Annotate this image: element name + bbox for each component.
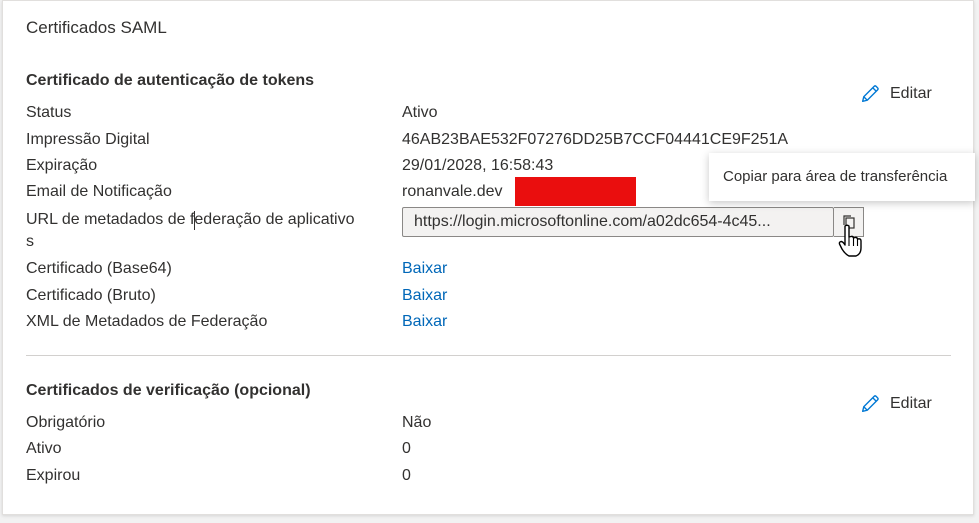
- expired-label: Expirou: [26, 467, 81, 484]
- pencil-icon: [861, 395, 879, 413]
- copy-tooltip: Copiar para área de transferência: [709, 153, 975, 201]
- token-cert-edit-button[interactable]: Editar: [859, 83, 932, 105]
- verify-cert-edit-button[interactable]: Editar: [859, 393, 932, 415]
- metadata-url-field[interactable]: https://login.microsoftonline.com/a02dc6…: [402, 207, 834, 237]
- required-value: Não: [402, 414, 432, 431]
- card-title: Certificados SAML: [26, 18, 167, 37]
- metadata-url-label: URL de metadados de federação de aplicat…: [26, 211, 355, 228]
- active-value: 0: [402, 440, 411, 457]
- edit-label: Editar: [890, 395, 932, 412]
- pencil-icon: [861, 85, 879, 103]
- cert-base64-label: Certificado (Base64): [26, 260, 172, 277]
- federation-metadata-xml-label: XML de Metadados de Federação: [26, 313, 268, 330]
- hand-pointer-icon: [838, 224, 862, 257]
- text-cursor: [194, 211, 195, 230]
- section-divider: [26, 355, 951, 356]
- status-label: Status: [26, 104, 72, 121]
- required-label: Obrigatório: [26, 414, 106, 431]
- redaction-block: [515, 177, 636, 206]
- expiration-value: 29/01/2028, 16:58:43: [402, 157, 554, 174]
- cert-base64-download-link[interactable]: Baixar: [402, 260, 447, 278]
- active-label: Ativo: [26, 440, 62, 457]
- thumbprint-label: Impressão Digital: [26, 131, 150, 148]
- verify-cert-section-title: Certificados de verificação (opcional): [26, 382, 311, 399]
- notification-email-label: Email de Notificação: [26, 183, 172, 200]
- expiration-label: Expiração: [26, 157, 98, 174]
- metadata-url-label-wrap: s: [26, 233, 34, 250]
- saml-certificates-card: Certificados SAML Certificado de autenti…: [2, 0, 974, 515]
- status-value: Ativo: [402, 104, 438, 121]
- expired-value: 0: [402, 467, 411, 484]
- token-cert-section-title: Certificado de autenticação de tokens: [26, 72, 315, 89]
- notification-email-value: ronanvale.dev: [402, 183, 503, 200]
- federation-metadata-xml-download-link[interactable]: Baixar: [402, 313, 447, 331]
- thumbprint-value: 46AB23BAE532F07276DD25B7CCF04441CE9F251A: [402, 131, 789, 148]
- cert-raw-label: Certificado (Bruto): [26, 287, 156, 304]
- cert-raw-download-link[interactable]: Baixar: [402, 287, 447, 305]
- edit-label: Editar: [890, 85, 932, 102]
